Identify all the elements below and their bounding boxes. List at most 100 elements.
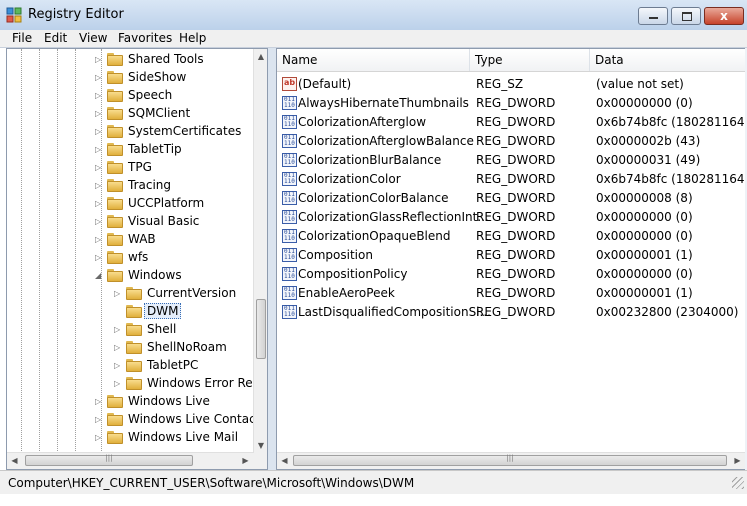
tree-item[interactable]: ▷ Windows Live Contacts — [7, 411, 267, 429]
expand-arrow-icon[interactable]: ▷ — [114, 361, 122, 371]
expand-arrow-icon[interactable]: ▷ — [95, 73, 103, 83]
tree-item[interactable]: DWM — [7, 303, 253, 321]
expand-arrow-icon[interactable]: ▷ — [95, 109, 103, 119]
expand-arrow-icon[interactable]: ▷ — [95, 235, 103, 245]
expand-arrow-icon[interactable]: ▷ — [114, 325, 122, 335]
scroll-down-icon[interactable]: ▼ — [254, 438, 267, 453]
scroll-up-icon[interactable]: ▲ — [254, 49, 267, 64]
tree-item[interactable]: ▷ Windows Error Repo — [7, 375, 267, 393]
tree-item[interactable]: ▷ wfs — [7, 249, 253, 267]
close-button[interactable]: x — [704, 7, 744, 25]
value-row[interactable]: (Default) REG_SZ (value not set) — [277, 75, 745, 94]
value-row[interactable]: CompositionPolicy REG_DWORD 0x00000000 (0) — [277, 265, 745, 284]
binary-value-icon — [282, 210, 297, 224]
value-row[interactable]: EnableAeroPeek REG_DWORD 0x00000001 (1) — [277, 284, 745, 303]
title-bar[interactable]: Registry Editor x — [0, 0, 747, 30]
tree-item-label: SideShow — [128, 70, 187, 84]
value-row[interactable]: AlwaysHibernateThumbnails REG_DWORD 0x0000… — [277, 94, 745, 113]
value-row[interactable]: ColorizationAfterglow REG_DWORD 0x6b74b8fc… — [277, 113, 745, 132]
menu-file[interactable]: File — [12, 31, 32, 45]
tree-item[interactable]: ▷ CurrentVersion — [7, 285, 253, 303]
menu-favorites[interactable]: Favorites — [118, 31, 172, 45]
folder-icon — [126, 287, 142, 300]
value-row[interactable]: LastDisqualifiedCompositionSi...REG_DWOR… — [277, 303, 745, 322]
tree-item[interactable]: ▷ TabletTip — [7, 141, 253, 159]
folder-icon — [107, 269, 123, 282]
values-list[interactable]: Name Type Data (Default) REG_SZ (value not… — [276, 48, 746, 470]
tree-hscroll-thumb[interactable] — [25, 454, 193, 466]
tree-item[interactable]: ▷ Shell — [7, 321, 253, 339]
key-tree[interactable]: ▷ Shared Tools ▷ SideShow ▷ Speech ▷ SQMClient ▷… — [6, 48, 268, 470]
value-type: REG_DWORD — [476, 134, 556, 148]
expand-arrow-icon[interactable]: ▷ — [95, 253, 103, 263]
tree-item-label: Windows Error Repo — [147, 376, 268, 390]
folder-icon — [126, 377, 142, 390]
column-header-data[interactable]: Data — [590, 49, 745, 71]
expand-arrow-icon[interactable]: ▷ — [114, 289, 122, 299]
scroll-right-icon[interactable]: ▶ — [238, 453, 253, 469]
list-hscroll-thumb[interactable] — [293, 454, 727, 466]
value-row[interactable]: Composition REG_DWORD 0x00000001 (1) — [277, 246, 745, 265]
tree-item[interactable]: ▷ Shared Tools — [7, 51, 253, 69]
expand-arrow-icon[interactable]: ▷ — [95, 397, 103, 407]
expand-arrow-icon[interactable]: ▷ — [95, 55, 103, 65]
tree-item[interactable]: ▷ TabletPC — [7, 357, 253, 375]
binary-value-icon — [282, 229, 297, 243]
expand-arrow-icon[interactable]: ▷ — [114, 379, 122, 389]
menu-edit[interactable]: Edit — [44, 31, 67, 45]
value-row[interactable]: ColorizationColor REG_DWORD 0x6b74b8fc (18… — [277, 170, 745, 189]
resize-grip-icon[interactable] — [732, 477, 744, 489]
folder-icon — [126, 305, 142, 318]
expand-arrow-icon[interactable]: ▷ — [95, 127, 103, 137]
expand-arrow-icon[interactable]: ▷ — [95, 145, 103, 155]
value-name: ColorizationGlassReflectionInt... — [298, 210, 489, 224]
tree-item[interactable]: ▷ WAB — [7, 231, 253, 249]
collapse-arrow-icon[interactable]: ◢ — [95, 271, 103, 281]
tree-item[interactable]: ▷ TPG — [7, 159, 253, 177]
tree-item[interactable]: ▷ SideShow — [7, 69, 253, 87]
tree-item[interactable]: ▷ Windows Live — [7, 393, 253, 411]
value-row[interactable]: ColorizationBlurBalance REG_DWORD 0x000000… — [277, 151, 745, 170]
maximize-button[interactable] — [671, 7, 701, 25]
expand-arrow-icon[interactable]: ▷ — [95, 91, 103, 101]
value-row[interactable]: ColorizationColorBalance REG_DWORD 0x00000… — [277, 189, 745, 208]
tree-item[interactable]: ▷ Visual Basic — [7, 213, 253, 231]
value-data: 0x00000000 (0) — [596, 210, 693, 224]
expand-arrow-icon[interactable]: ▷ — [95, 433, 103, 443]
tree-item[interactable]: ▷ SystemCertificates — [7, 123, 253, 141]
tree-item[interactable]: ▷ UCCPlatform — [7, 195, 253, 213]
expand-arrow-icon[interactable]: ▷ — [95, 415, 103, 425]
tree-scroll-thumb[interactable] — [256, 299, 266, 359]
expand-arrow-icon[interactable]: ▷ — [95, 181, 103, 191]
expand-arrow-icon[interactable]: ▷ — [114, 343, 122, 353]
tree-item[interactable]: ▷ Windows Live Mail — [7, 429, 253, 447]
scroll-left-icon[interactable]: ◀ — [277, 453, 292, 469]
value-row[interactable]: ColorizationOpaqueBlend REG_DWORD 0x000000… — [277, 227, 745, 246]
tree-item[interactable]: ◢ Windows — [7, 267, 253, 285]
background-strip — [0, 494, 747, 506]
value-row[interactable]: ColorizationGlassReflectionInt...REG_DWO… — [277, 208, 745, 227]
tree-item[interactable]: ▷ Tracing — [7, 177, 253, 195]
tree-item[interactable]: ▷ ShellNoRoam — [7, 339, 253, 357]
menu-help[interactable]: Help — [179, 31, 206, 45]
value-name: CompositionPolicy — [298, 267, 408, 281]
pane-splitter[interactable] — [268, 48, 276, 470]
expand-arrow-icon[interactable]: ▷ — [95, 217, 103, 227]
scroll-left-icon[interactable]: ◀ — [7, 453, 22, 469]
value-data: 0x00000000 (0) — [596, 229, 693, 243]
column-header-name[interactable]: Name — [277, 49, 470, 71]
value-row[interactable]: ColorizationAfterglowBalanceREG_DWORD 0x0… — [277, 132, 745, 151]
expand-arrow-icon[interactable]: ▷ — [95, 199, 103, 209]
expand-arrow-icon[interactable]: ▷ — [95, 163, 103, 173]
tree-horizontal-scrollbar[interactable]: ◀ ▶ — [7, 452, 253, 469]
list-horizontal-scrollbar[interactable]: ◀ ▶ — [277, 452, 745, 469]
column-header-type[interactable]: Type — [470, 49, 590, 71]
minimize-button[interactable] — [638, 7, 668, 25]
tree-vertical-scrollbar[interactable]: ▲ ▼ — [253, 49, 267, 453]
tree-item[interactable]: ▷ Speech — [7, 87, 253, 105]
tree-item[interactable]: ▷ SQMClient — [7, 105, 253, 123]
folder-icon — [126, 359, 142, 372]
tree-item-label: SQMClient — [128, 106, 191, 120]
menu-view[interactable]: View — [79, 31, 107, 45]
scroll-right-icon[interactable]: ▶ — [730, 453, 745, 469]
